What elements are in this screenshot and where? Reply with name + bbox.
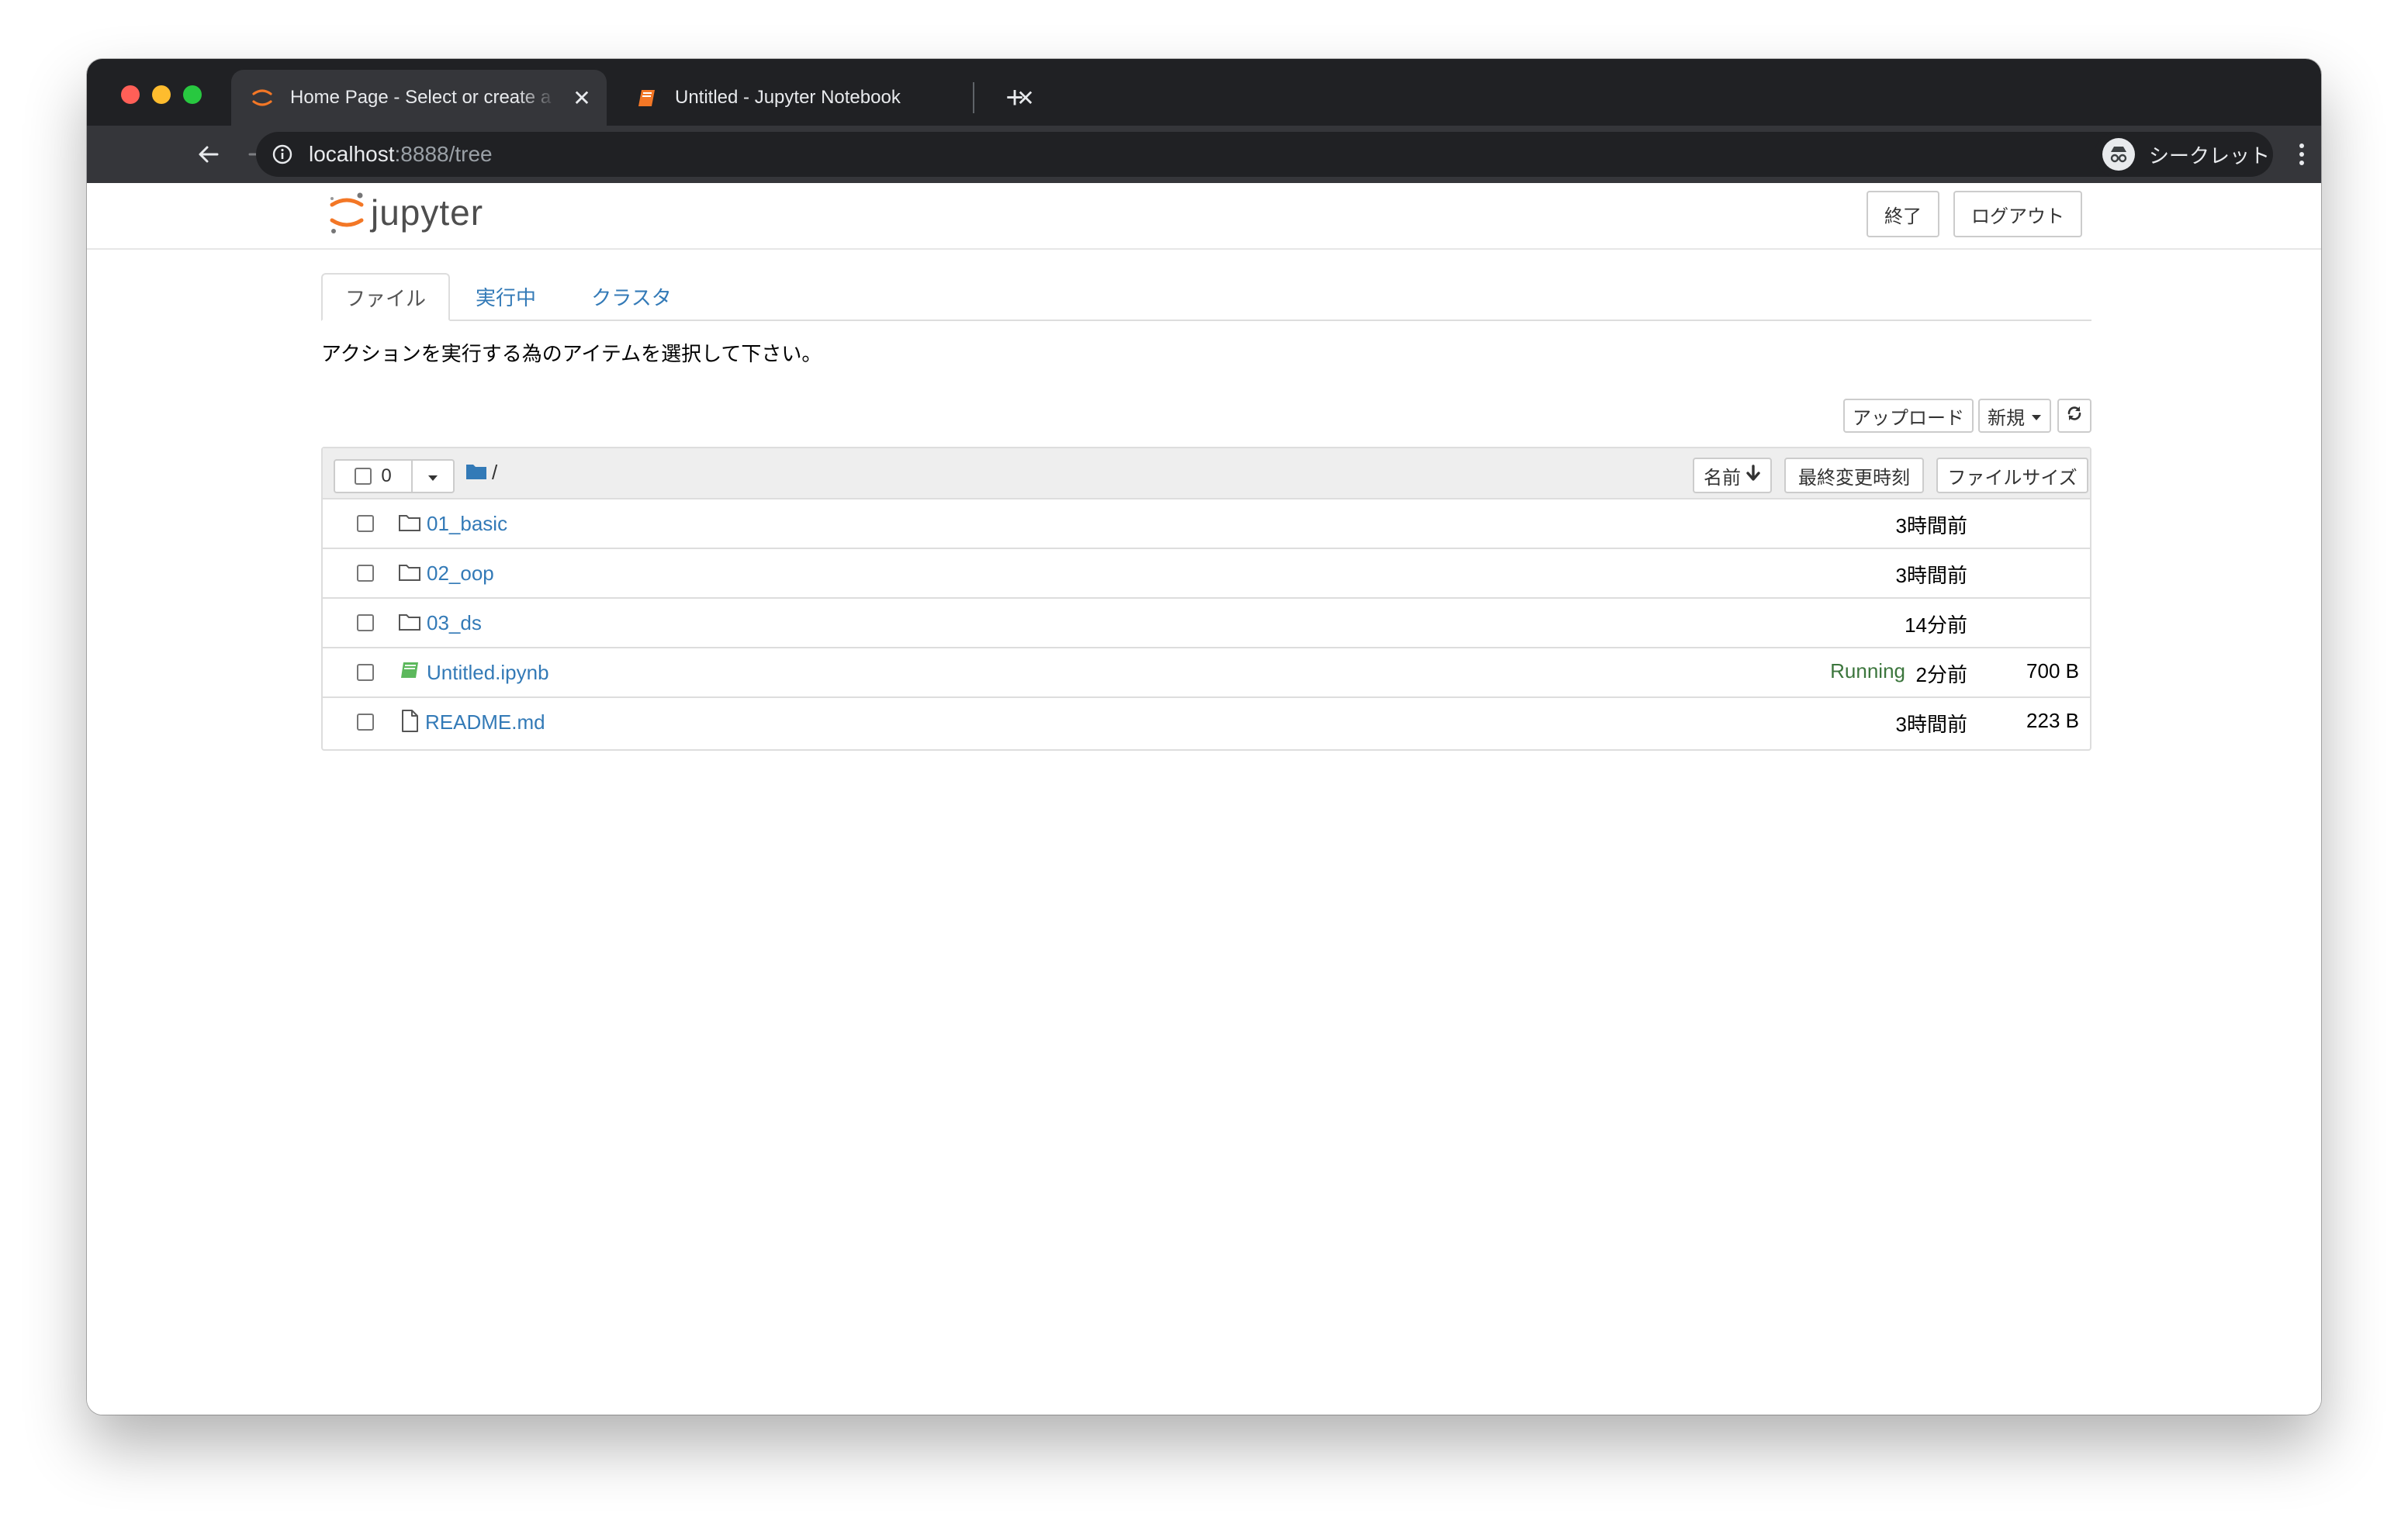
arrow-down-icon (1745, 464, 1761, 487)
back-arrow-icon[interactable] (188, 133, 230, 175)
item-size: 700 B (2026, 659, 2079, 683)
row-checkbox[interactable] (357, 565, 374, 582)
item-modified: 2分前 (1915, 663, 1967, 686)
new-tab-icon[interactable]: + (996, 79, 1033, 116)
file-icon (397, 709, 422, 734)
item-name-link[interactable]: Untitled.ipynb (427, 661, 549, 685)
folder-icon (397, 510, 422, 535)
site-info-icon[interactable] (272, 143, 293, 169)
tab-running[interactable]: 実行中 (462, 273, 549, 320)
tab-separator (973, 82, 974, 113)
url-text[interactable]: localhost:8888/tree (309, 142, 493, 167)
row-checkbox[interactable] (357, 515, 374, 532)
name-column-label: 名前 (1704, 467, 1741, 489)
row-checkbox[interactable] (357, 714, 374, 731)
tab-title: Home Page - Select or create a notebook (290, 87, 557, 108)
caret-down-icon (2031, 405, 2042, 427)
tab-title: Untitled - Jupyter Notebook (675, 87, 901, 108)
refresh-icon (2065, 404, 2084, 428)
sort-by-modified-button[interactable]: 最終変更時刻 (1784, 458, 1924, 493)
selected-count: 0 (381, 465, 392, 486)
item-modified: 14分前 (1905, 613, 1967, 637)
jupyter-logo[interactable]: jupyter (327, 189, 483, 236)
list-item[interactable]: Untitled.ipynb Running 2分前 700 B (323, 648, 2090, 698)
item-name-link[interactable]: README.md (425, 710, 545, 734)
instruction-text: アクションを実行する為のアイテムを選択して下さい。 (321, 342, 822, 365)
browser-tab-notebook[interactable]: Untitled - Jupyter Notebook ✕ (616, 70, 1050, 126)
item-size: 223 B (2026, 709, 2079, 732)
refresh-button[interactable] (2057, 399, 2091, 433)
notebook-favicon-icon (635, 85, 659, 110)
select-all-checkbox[interactable] (355, 468, 372, 485)
folder-home-icon[interactable] (465, 462, 487, 485)
new-dropdown-button[interactable]: 新規 (1978, 399, 2051, 433)
profile-label: シークレット (2149, 143, 2271, 168)
new-label: 新規 (1988, 407, 2025, 429)
sort-by-size-button[interactable]: ファイルサイズ (1936, 458, 2088, 493)
maximize-window-button[interactable] (183, 85, 202, 104)
page-content: jupyter 終了 ログアウト ファイル 実行中 クラスタ アクションを実行す… (87, 183, 2321, 1415)
item-modified: 3時間前 (1895, 713, 1967, 736)
list-item[interactable]: 03_ds 14分前 (323, 599, 2090, 648)
caret-down-icon (427, 465, 438, 487)
item-name-link[interactable]: 03_ds (427, 611, 482, 635)
address-bar[interactable]: localhost:8888/tree (256, 132, 2258, 177)
logo-text: jupyter (371, 192, 484, 233)
quit-button[interactable]: 終了 (1867, 191, 1939, 237)
folder-icon (397, 560, 422, 585)
item-name-link[interactable]: 02_oop (427, 562, 494, 586)
logout-button[interactable]: ログアウト (1953, 191, 2082, 237)
file-list-header: 0 / 名前 最終変更時刻 ファイルサイズ (323, 448, 2090, 499)
row-checkbox[interactable] (357, 664, 374, 681)
row-checkbox[interactable] (357, 614, 374, 631)
jupyter-header: jupyter 終了 ログアウト (87, 183, 2321, 250)
tab-files[interactable]: ファイル (321, 273, 450, 321)
folder-icon (397, 610, 422, 634)
select-all-control[interactable]: 0 (334, 459, 413, 493)
tab-close-icon[interactable]: ✕ (568, 84, 596, 112)
browser-menu-icon[interactable] (2290, 133, 2313, 175)
item-name-link[interactable]: 01_basic (427, 512, 507, 536)
browser-window: Home Page - Select or create a notebook … (87, 59, 2321, 1415)
browser-tab-home[interactable]: Home Page - Select or create a notebook … (231, 70, 607, 126)
sort-by-name-button[interactable]: 名前 (1693, 458, 1772, 493)
jupyter-logo-icon (330, 192, 364, 233)
browser-toolbar: localhost:8888/tree シークレット (87, 126, 2321, 183)
file-list: 0 / 名前 最終変更時刻 ファイルサイズ 01_basic 3時間前 02_o… (321, 447, 2091, 751)
running-status-label: Running (1830, 659, 1905, 683)
incognito-profile-button[interactable]: シークレット (2095, 132, 2273, 177)
close-window-button[interactable] (121, 85, 140, 104)
list-item[interactable]: 02_oop 3時間前 (323, 549, 2090, 599)
tab-clusters[interactable]: クラスタ (577, 273, 686, 320)
item-modified: 3時間前 (1895, 564, 1967, 587)
notebook-running-icon (397, 659, 422, 684)
list-item[interactable]: 01_basic 3時間前 (323, 499, 2090, 549)
incognito-icon (2102, 138, 2135, 171)
upload-button[interactable]: アップロード (1843, 399, 1974, 433)
item-modified: 3時間前 (1895, 514, 1967, 537)
jupyter-favicon-icon (250, 85, 275, 110)
tab-strip: Home Page - Select or create a notebook … (87, 59, 2321, 126)
minimize-window-button[interactable] (152, 85, 171, 104)
list-item[interactable]: README.md 3時間前 223 B (323, 698, 2090, 748)
main-tabs: ファイル 実行中 クラスタ (321, 273, 2091, 321)
select-dropdown-button[interactable] (411, 459, 455, 493)
breadcrumb[interactable]: / (492, 461, 497, 485)
